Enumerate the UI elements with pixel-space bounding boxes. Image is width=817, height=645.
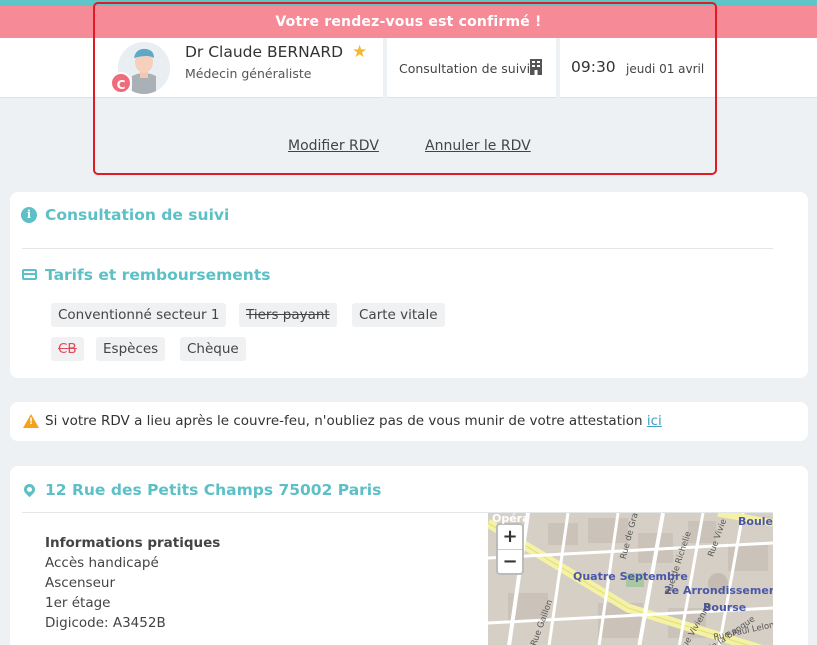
chip-carte-vitale: Carte vitale: [352, 303, 445, 327]
avatar-badge: C: [110, 72, 132, 94]
doctor-specialty: Médecin généraliste: [185, 66, 312, 81]
practical-info-line: 1er étage: [45, 595, 111, 611]
practical-info-line: Ascenseur: [45, 575, 115, 591]
map-label: Opéra: [492, 513, 530, 525]
practical-info-line: Accès handicapé: [45, 555, 159, 571]
cancel-appointment-link[interactable]: Annuler le RDV: [425, 138, 531, 154]
appointment-summary-card: Dr Claude BERNARD ★ Médecin généraliste …: [0, 38, 817, 98]
zoom-out-button[interactable]: −: [498, 549, 522, 573]
chip-cheque: Chèque: [180, 337, 246, 361]
location-map[interactable]: + − Opéra Quatre Septembre 2e Arrondisse…: [488, 513, 773, 645]
doctor-cell[interactable]: Dr Claude BERNARD ★ Médecin généraliste: [100, 38, 383, 98]
practical-info-title: Informations pratiques: [45, 535, 221, 551]
map-zoom-control: + −: [496, 523, 524, 575]
alert-message: Si votre RDV a lieu après le couvre-feu,…: [45, 413, 643, 429]
divider: [22, 248, 773, 249]
modify-appointment-link[interactable]: Modifier RDV: [288, 138, 379, 154]
consultation-type: Consultation de suivi: [399, 61, 531, 76]
map-label: 2e Arrondissement: [664, 584, 773, 597]
tarifs-title: Tarifs et remboursements: [45, 266, 271, 284]
address-card: 12 Rue des Petits Champs 75002 Paris Inf…: [10, 466, 808, 645]
datetime-cell: 09:30 jeudi 01 avril: [560, 38, 817, 98]
consultation-title: Consultation de suivi: [45, 206, 230, 224]
chip-cb: CB: [51, 337, 84, 361]
attestation-link[interactable]: ici: [647, 413, 662, 429]
info-icon: i: [21, 207, 37, 223]
practical-info-line: Digicode: A3452B: [45, 615, 166, 631]
map-label: Boulev: [738, 515, 773, 528]
chip-tiers-payant: Tiers payant: [239, 303, 337, 327]
appointment-date: jeudi 01 avril: [626, 62, 705, 76]
chip-conventionne: Conventionné secteur 1: [51, 303, 227, 327]
zoom-in-button[interactable]: +: [498, 525, 522, 549]
consultation-type-cell: Consultation de suivi: [387, 38, 556, 98]
curfew-alert-card: ! Si votre RDV a lieu après le couvre-fe…: [10, 402, 808, 441]
credit-card-icon: [22, 269, 37, 280]
doctor-name: Dr Claude BERNARD: [185, 43, 344, 61]
location-pin-icon: [21, 481, 38, 498]
address-title: 12 Rue des Petits Champs 75002 Paris: [45, 481, 382, 499]
alert-text: Si votre RDV a lieu après le couvre-feu,…: [45, 413, 662, 429]
appointment-time: 09:30: [571, 58, 616, 76]
consultation-info-card: i Consultation de suivi Tarifs et rembou…: [10, 192, 808, 378]
chip-especes: Espèces: [96, 337, 166, 361]
confirmation-banner: Votre rendez-vous est confirmé !: [0, 6, 817, 38]
building-icon: [530, 59, 542, 75]
star-icon: ★: [352, 42, 368, 62]
